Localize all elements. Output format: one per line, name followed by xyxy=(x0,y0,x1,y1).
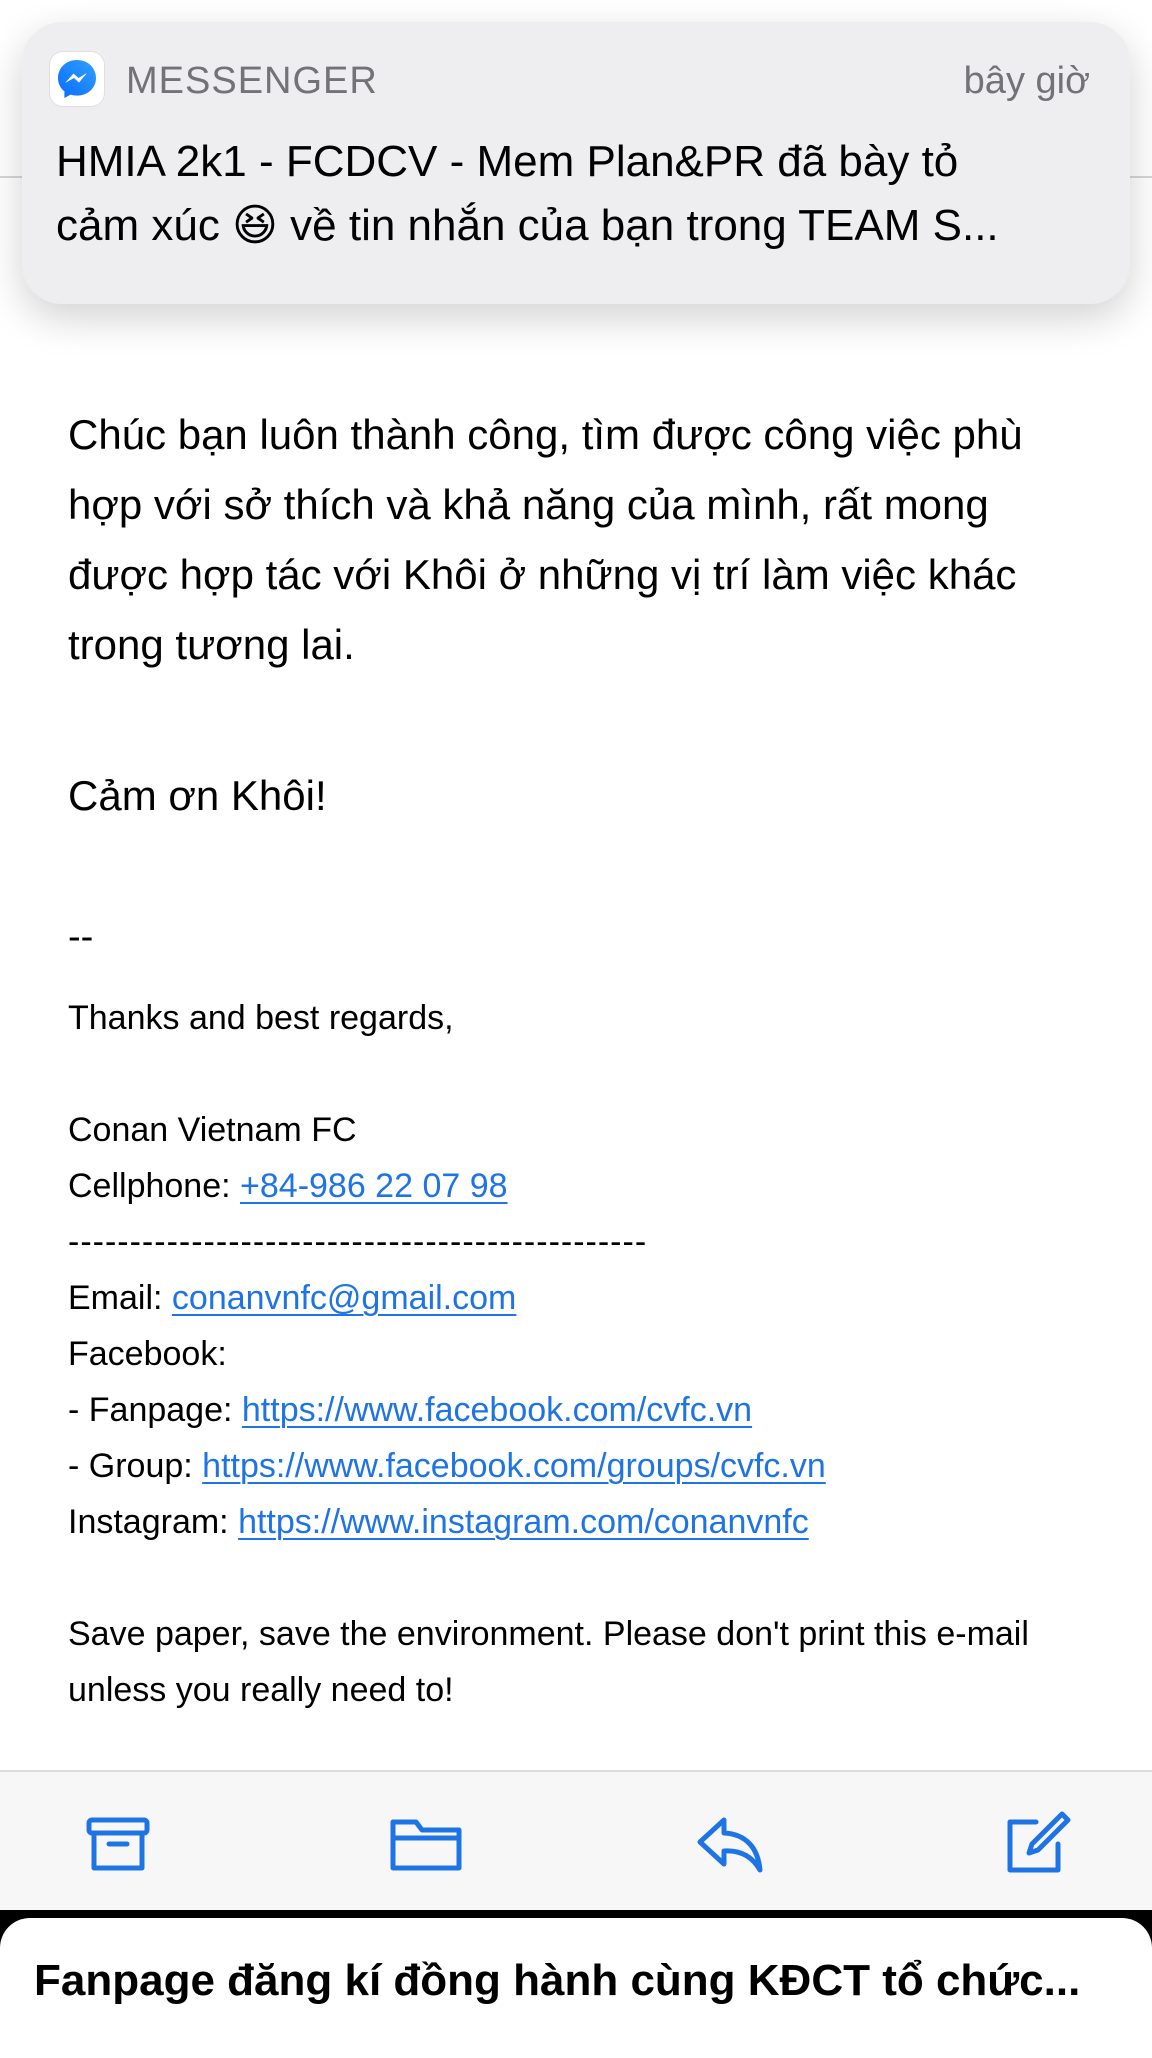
notification-time: bây giờ xyxy=(963,60,1090,102)
notification-message-text: cảm xúc xyxy=(56,201,233,250)
cellphone-link[interactable]: +84-986 22 07 98 xyxy=(240,1167,508,1205)
instagram-link[interactable]: https://www.instagram.com/conanvnfc xyxy=(238,1503,809,1541)
group-label: - Group: xyxy=(68,1447,203,1485)
group-link[interactable]: https://www.facebook.com/groups/cvfc.vn xyxy=(202,1447,826,1485)
cellphone-label: Cellphone: xyxy=(68,1167,241,1205)
compose-icon xyxy=(1007,1811,1071,1873)
messenger-icon xyxy=(50,52,104,106)
fanpage-link[interactable]: https://www.facebook.com/cvfc.vn xyxy=(242,1391,752,1429)
signature-group-row: - Group: https://www.facebook.com/groups… xyxy=(68,1438,1098,1494)
reply-icon xyxy=(697,1817,763,1873)
signature-fanpage-row: - Fanpage: https://www.facebook.com/cvfc… xyxy=(68,1382,1098,1438)
notification-message-line: cảm xúc 😆 về tin nhắn của bạn trong TEAM… xyxy=(56,194,1096,258)
notification-message-text: về tin nhắn của bạn trong TEAM S... xyxy=(277,201,999,250)
messenger-notification[interactable]: MESSENGER bây giờ HMIA 2k1 - FCDCV - Mem… xyxy=(22,22,1130,304)
next-email-sheet[interactable]: Fanpage đăng kí đồng hành cùng KĐCT tổ c… xyxy=(0,1918,1152,2058)
signature-org: Conan Vietnam FC xyxy=(68,1111,357,1149)
notification-message-line: HMIA 2k1 - FCDCV - Mem Plan&PR đã bày tỏ xyxy=(56,137,959,186)
notification-message: HMIA 2k1 - FCDCV - Mem Plan&PR đã bày tỏ… xyxy=(56,130,1096,258)
move-to-folder-button[interactable] xyxy=(388,1808,464,1880)
email-label: Email: xyxy=(68,1279,172,1317)
signature-cellphone-row: Cellphone: +84-986 22 07 98 xyxy=(68,1158,1098,1214)
signature-separator: ----------------------------------------… xyxy=(68,1223,648,1261)
next-email-subject: Fanpage đăng kí đồng hành cùng KĐCT tổ c… xyxy=(34,1956,1081,2005)
signature-spacer xyxy=(68,1046,1098,1102)
signature-dashes: -- xyxy=(68,916,94,958)
archive-button[interactable] xyxy=(82,1808,154,1880)
email-thanks-line: Cảm ơn Khôi! xyxy=(68,772,327,819)
signature-regards: Thanks and best regards, xyxy=(68,999,454,1037)
signature-email-row: Email: conanvnfc@gmail.com xyxy=(68,1270,1098,1326)
email-body-paragraph: Chúc bạn luôn thành công, tìm được công … xyxy=(68,411,1023,668)
signature-facebook-label: Facebook: xyxy=(68,1335,227,1373)
email-link[interactable]: conanvnfc@gmail.com xyxy=(172,1279,516,1317)
fanpage-label: - Fanpage: xyxy=(68,1391,242,1429)
mail-toolbar xyxy=(0,1770,1152,1912)
signature-save-paper: Save paper, save the environment. Please… xyxy=(68,1615,1029,1709)
archive-icon xyxy=(86,1817,150,1871)
laughing-emoji-icon: 😆 xyxy=(232,201,278,250)
signature-spacer xyxy=(68,1550,1098,1606)
email-signature: Thanks and best regards, Conan Vietnam F… xyxy=(68,990,1098,1718)
notification-app-name: MESSENGER xyxy=(126,60,378,102)
folder-icon xyxy=(390,1819,462,1871)
compose-button[interactable] xyxy=(1000,1808,1072,1880)
signature-instagram-row: Instagram: https://www.instagram.com/con… xyxy=(68,1494,1098,1550)
instagram-label: Instagram: xyxy=(68,1503,239,1541)
reply-button[interactable] xyxy=(694,1808,766,1880)
